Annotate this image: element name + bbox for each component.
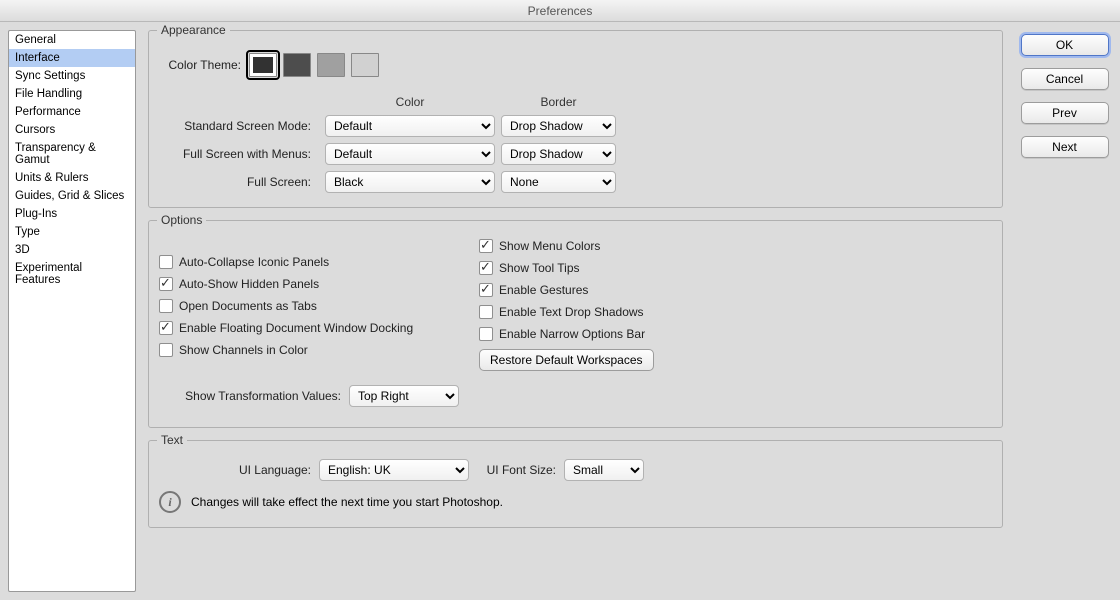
sidebar-item-experimental-features[interactable]: Experimental Features bbox=[9, 259, 135, 289]
text-legend: Text bbox=[157, 433, 187, 447]
sidebar-item-units-rulers[interactable]: Units & Rulers bbox=[9, 169, 135, 187]
ui-language-label: UI Language: bbox=[159, 463, 319, 477]
dialog-body: General Interface Sync Settings File Han… bbox=[0, 22, 1120, 600]
sidebar-item-interface[interactable]: Interface bbox=[9, 49, 135, 67]
color-theme-swatches bbox=[249, 53, 379, 77]
checkbox-menu-colors[interactable]: Show Menu Colors bbox=[479, 239, 654, 253]
checkbox-open-tabs[interactable]: Open Documents as Tabs bbox=[159, 299, 459, 313]
checkbox-floating-docking-label: Enable Floating Document Window Docking bbox=[179, 321, 413, 335]
checkbox-narrow-options-bar[interactable]: Enable Narrow Options Bar bbox=[479, 327, 654, 341]
full-screen-menus-color-select[interactable]: Default bbox=[325, 143, 495, 165]
info-text: Changes will take effect the next time y… bbox=[191, 495, 503, 509]
main-panel: Appearance Color Theme: Color Border Sta… bbox=[144, 30, 1009, 592]
options-group: Options Auto-Collapse Iconic Panels Auto… bbox=[148, 220, 1003, 428]
info-icon: i bbox=[159, 491, 181, 513]
ok-button[interactable]: OK bbox=[1021, 34, 1109, 56]
standard-screen-mode-label: Standard Screen Mode: bbox=[159, 119, 319, 133]
show-transformation-values-select[interactable]: Top Right bbox=[349, 385, 459, 407]
checkbox-text-drop-shadows-label: Enable Text Drop Shadows bbox=[499, 305, 644, 319]
border-column-header: Border bbox=[501, 95, 616, 109]
checkbox-gestures[interactable]: Enable Gestures bbox=[479, 283, 654, 297]
sidebar-item-general[interactable]: General bbox=[9, 31, 135, 49]
checkbox-floating-docking[interactable]: Enable Floating Document Window Docking bbox=[159, 321, 459, 335]
theme-swatch-3[interactable] bbox=[317, 53, 345, 77]
sidebar-item-performance[interactable]: Performance bbox=[9, 103, 135, 121]
standard-screen-border-select[interactable]: Drop Shadow bbox=[501, 115, 616, 137]
checkbox-gestures-label: Enable Gestures bbox=[499, 283, 588, 297]
checkbox-narrow-options-bar-label: Enable Narrow Options Bar bbox=[499, 327, 645, 341]
checkbox-tool-tips[interactable]: Show Tool Tips bbox=[479, 261, 654, 275]
sidebar-item-guides-grid-slices[interactable]: Guides, Grid & Slices bbox=[9, 187, 135, 205]
ui-font-size-select[interactable]: Small bbox=[564, 459, 644, 481]
full-screen-color-select[interactable]: Black bbox=[325, 171, 495, 193]
standard-screen-color-select[interactable]: Default bbox=[325, 115, 495, 137]
sidebar-item-type[interactable]: Type bbox=[9, 223, 135, 241]
ui-font-size-label: UI Font Size: bbox=[469, 463, 564, 477]
theme-swatch-4[interactable] bbox=[351, 53, 379, 77]
category-sidebar: General Interface Sync Settings File Han… bbox=[8, 30, 136, 592]
checkbox-auto-collapse-label: Auto-Collapse Iconic Panels bbox=[179, 255, 329, 269]
checkbox-auto-collapse[interactable]: Auto-Collapse Iconic Panels bbox=[159, 255, 459, 269]
sidebar-item-3d[interactable]: 3D bbox=[9, 241, 135, 259]
sidebar-item-sync-settings[interactable]: Sync Settings bbox=[9, 67, 135, 85]
restore-default-workspaces-button[interactable]: Restore Default Workspaces bbox=[479, 349, 654, 371]
theme-swatch-1[interactable] bbox=[249, 53, 277, 77]
dialog-buttons: OK Cancel Prev Next bbox=[1017, 30, 1112, 592]
checkbox-open-tabs-label: Open Documents as Tabs bbox=[179, 299, 317, 313]
full-screen-border-select[interactable]: None bbox=[501, 171, 616, 193]
cancel-button[interactable]: Cancel bbox=[1021, 68, 1109, 90]
checkbox-tool-tips-label: Show Tool Tips bbox=[499, 261, 580, 275]
show-transformation-values-label: Show Transformation Values: bbox=[159, 389, 349, 403]
checkbox-auto-show[interactable]: Auto-Show Hidden Panels bbox=[159, 277, 459, 291]
window-title: Preferences bbox=[0, 0, 1120, 22]
ui-language-select[interactable]: English: UK bbox=[319, 459, 469, 481]
theme-swatch-2[interactable] bbox=[283, 53, 311, 77]
full-screen-label: Full Screen: bbox=[159, 175, 319, 189]
checkbox-text-drop-shadows[interactable]: Enable Text Drop Shadows bbox=[479, 305, 654, 319]
appearance-group: Appearance Color Theme: Color Border Sta… bbox=[148, 30, 1003, 208]
checkbox-channels-color-label: Show Channels in Color bbox=[179, 343, 308, 357]
checkbox-auto-show-label: Auto-Show Hidden Panels bbox=[179, 277, 319, 291]
sidebar-item-file-handling[interactable]: File Handling bbox=[9, 85, 135, 103]
sidebar-item-cursors[interactable]: Cursors bbox=[9, 121, 135, 139]
sidebar-item-transparency-gamut[interactable]: Transparency & Gamut bbox=[9, 139, 135, 169]
color-column-header: Color bbox=[325, 95, 495, 109]
full-screen-menus-label: Full Screen with Menus: bbox=[159, 147, 319, 161]
color-theme-label: Color Theme: bbox=[159, 58, 249, 72]
checkbox-channels-color[interactable]: Show Channels in Color bbox=[159, 343, 459, 357]
prev-button[interactable]: Prev bbox=[1021, 102, 1109, 124]
full-screen-menus-border-select[interactable]: Drop Shadow bbox=[501, 143, 616, 165]
sidebar-item-plug-ins[interactable]: Plug-Ins bbox=[9, 205, 135, 223]
text-group: Text UI Language: English: UK UI Font Si… bbox=[148, 440, 1003, 528]
next-button[interactable]: Next bbox=[1021, 136, 1109, 158]
checkbox-menu-colors-label: Show Menu Colors bbox=[499, 239, 600, 253]
appearance-legend: Appearance bbox=[157, 23, 230, 37]
options-legend: Options bbox=[157, 213, 206, 227]
